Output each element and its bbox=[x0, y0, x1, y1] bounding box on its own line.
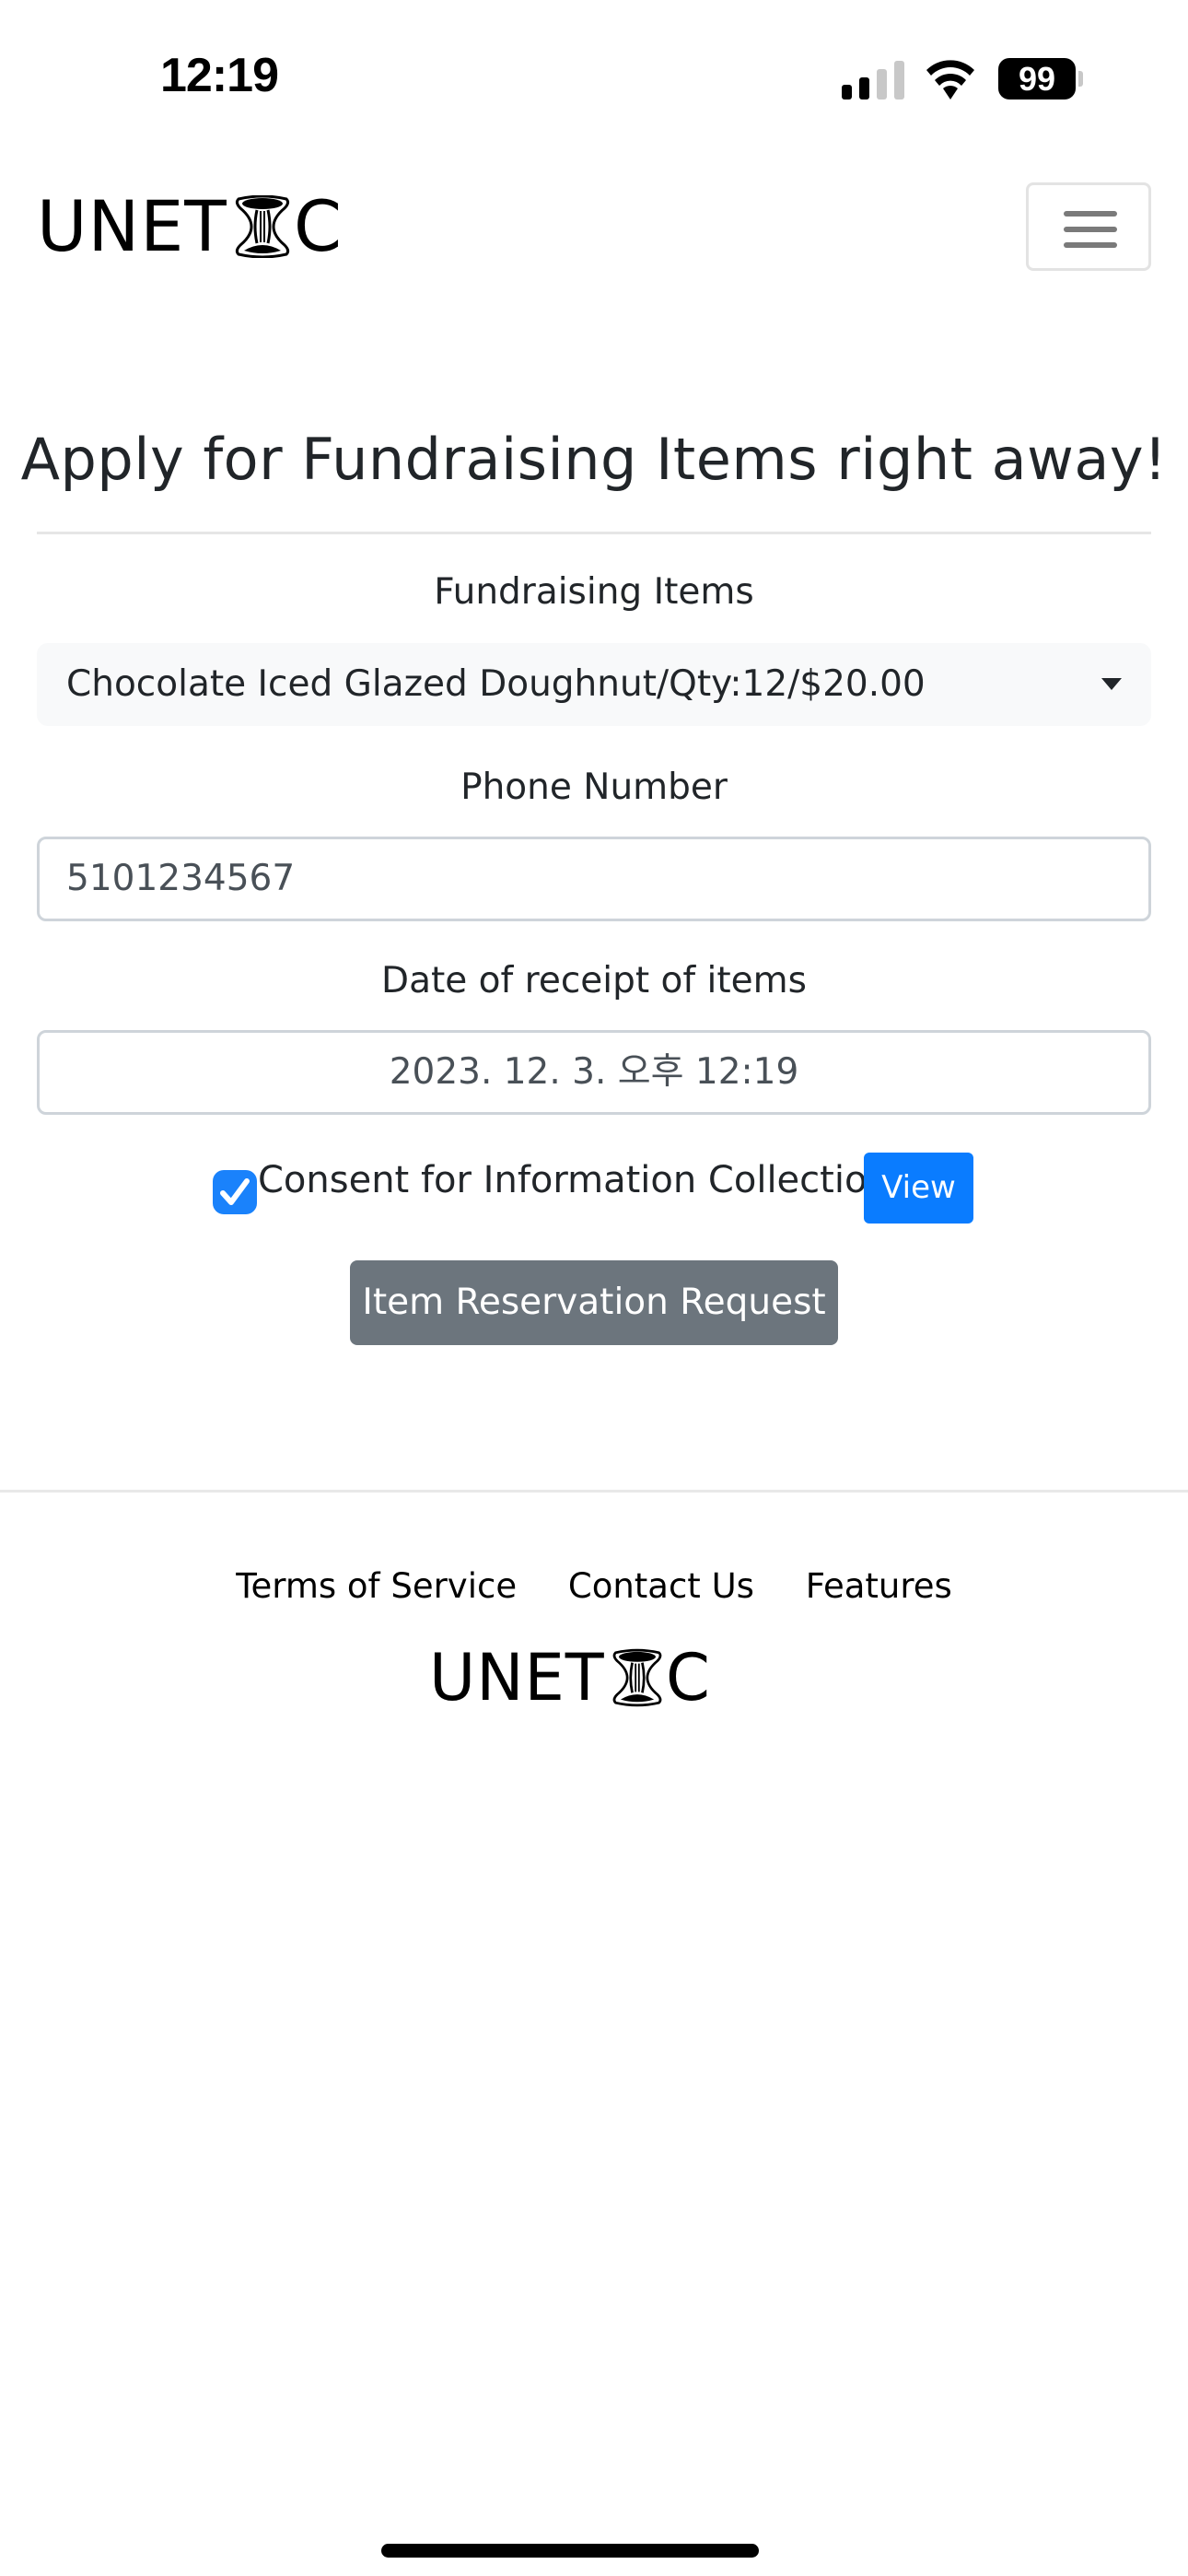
logo-spool-icon bbox=[235, 195, 290, 258]
battery-icon: 99 bbox=[998, 58, 1076, 100]
view-consent-button[interactable]: View bbox=[864, 1153, 973, 1224]
home-indicator[interactable] bbox=[381, 2544, 759, 2558]
signal-icon bbox=[842, 61, 904, 100]
footer-link-terms[interactable]: Terms of Service bbox=[236, 1566, 517, 1606]
receipt-date-label: Date of receipt of items bbox=[381, 960, 807, 1001]
brand-logo[interactable]: UNET C bbox=[37, 185, 344, 267]
checkmark-icon bbox=[220, 1178, 250, 1205]
navbar: UNET C bbox=[0, 157, 1188, 295]
item-reservation-request-button[interactable]: Item Reservation Request bbox=[350, 1260, 838, 1345]
wifi-icon bbox=[926, 60, 974, 100]
phone-number-label: Phone Number bbox=[460, 767, 728, 808]
footer-divider bbox=[0, 1490, 1188, 1493]
page-title: Apply for Fundraising Items right away! bbox=[20, 426, 1168, 493]
receipt-date-input[interactable]: 2023. 12. 3. 오후 12:19 bbox=[37, 1030, 1151, 1115]
logo-text-left: UNET bbox=[37, 185, 227, 267]
title-divider bbox=[37, 532, 1151, 534]
status-time: 12:19 bbox=[160, 49, 279, 102]
fundraising-items-label: Fundraising Items bbox=[434, 571, 754, 613]
footer-links: Terms of Service Contact Us Features bbox=[0, 1566, 1188, 1606]
status-bar: 12:19 99 bbox=[0, 0, 1188, 157]
hamburger-menu-button[interactable] bbox=[1026, 182, 1151, 271]
footer-logo-text-right: C bbox=[665, 1640, 711, 1715]
footer-logo-spool-icon bbox=[612, 1648, 661, 1707]
fundraising-items-selected: Chocolate Iced Glazed Doughnut/Qty:12/$2… bbox=[66, 663, 926, 705]
consent-row: Consent for Information Collection View bbox=[0, 1150, 1188, 1224]
footer-logo[interactable]: UNET C bbox=[429, 1640, 711, 1715]
fundraising-items-select[interactable]: Chocolate Iced Glazed Doughnut/Qty:12/$2… bbox=[37, 643, 1151, 726]
phone-number-input[interactable]: 5101234567 bbox=[37, 837, 1151, 921]
footer-link-contact[interactable]: Contact Us bbox=[568, 1566, 754, 1606]
footer-logo-text-left: UNET bbox=[429, 1640, 605, 1715]
battery-tip bbox=[1078, 71, 1083, 87]
logo-text-right: C bbox=[293, 185, 343, 267]
consent-checkbox[interactable] bbox=[213, 1170, 257, 1214]
hamburger-menu-icon bbox=[1064, 211, 1117, 217]
consent-label: Consent for Information Collection bbox=[258, 1159, 891, 1201]
footer-link-features[interactable]: Features bbox=[806, 1566, 952, 1606]
chevron-down-icon bbox=[1101, 678, 1122, 690]
